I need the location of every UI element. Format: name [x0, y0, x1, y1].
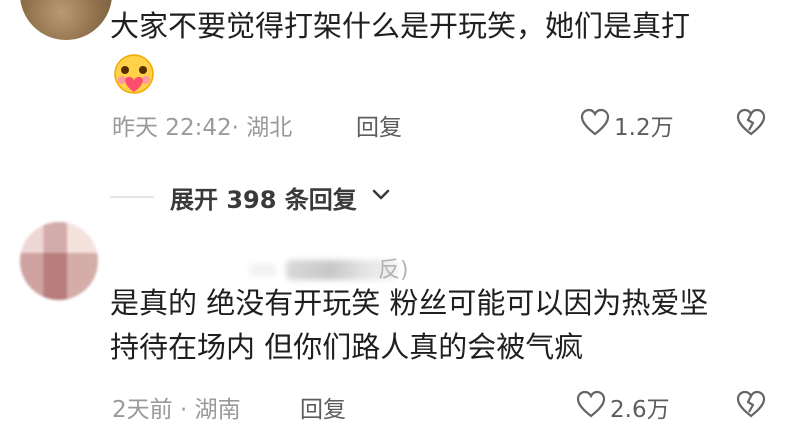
comment-meta: 2天前 · 湖南: [112, 397, 241, 423]
dislike-icon[interactable]: [736, 108, 766, 136]
dislike-icon[interactable]: [736, 390, 766, 418]
comment-meta: 昨天 22:42· 湖北: [112, 115, 293, 141]
like-icon[interactable]: [576, 390, 606, 418]
username-suffix: 反): [378, 258, 409, 283]
comment-text: 持待在场内 但你们路人真的会被气疯: [110, 330, 584, 364]
reply-button[interactable]: 回复: [356, 108, 402, 142]
chevron-down-icon[interactable]: [370, 184, 392, 206]
avatar[interactable]: [20, 222, 98, 300]
comment-text: 是真的 绝没有开玩笑 粉丝可能可以因为热爱坚: [110, 286, 709, 320]
comment-text: 大家不要觉得打架什么是开玩笑，她们是真打: [110, 9, 691, 43]
like-count: 2.6万: [610, 397, 670, 423]
like-icon[interactable]: [580, 108, 610, 136]
like-count: 1.2万: [614, 115, 674, 141]
expand-replies-button[interactable]: 展开 398 条回复: [170, 180, 357, 215]
heart-face-emoji-icon: [114, 54, 154, 94]
avatar[interactable]: [20, 0, 112, 40]
divider: [110, 196, 154, 198]
reply-button[interactable]: 回复: [300, 390, 346, 424]
